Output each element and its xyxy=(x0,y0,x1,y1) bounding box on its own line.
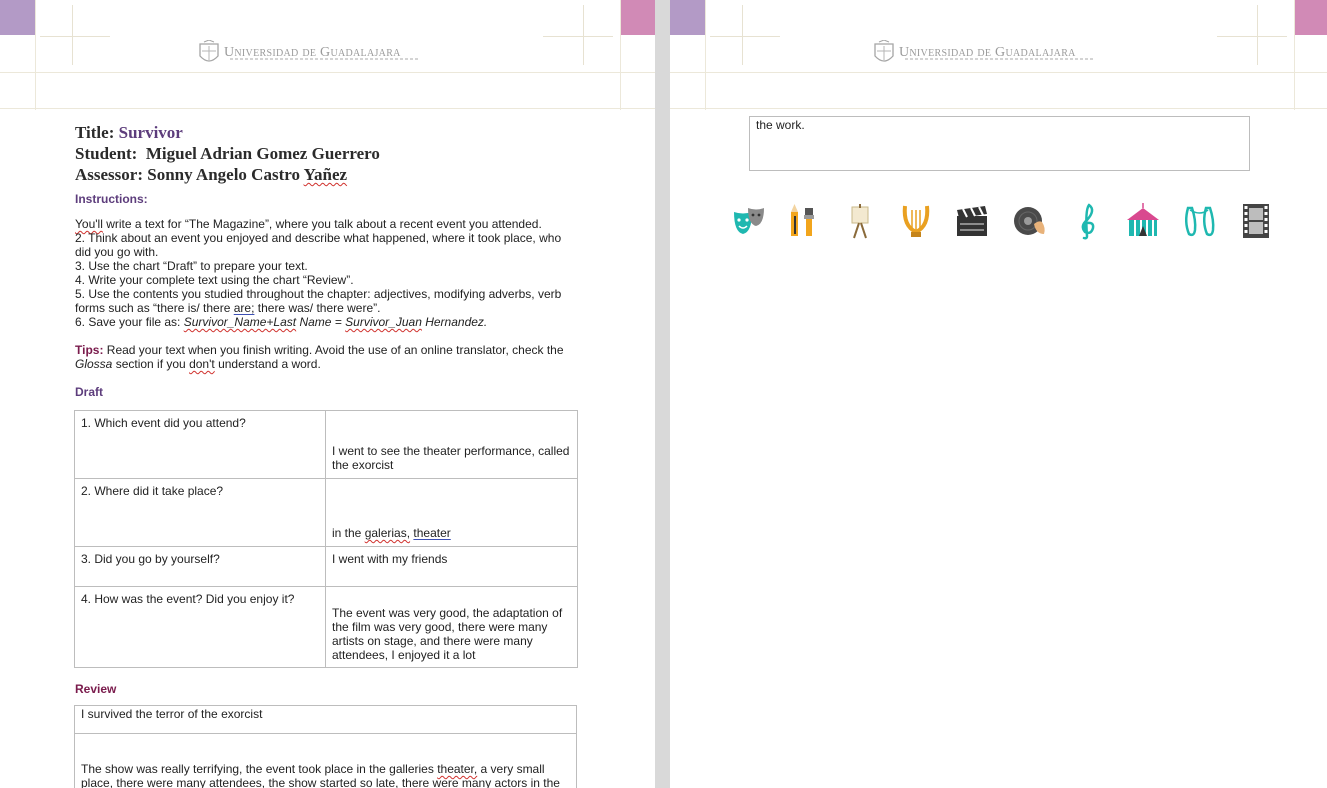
corner-square-left xyxy=(670,0,705,35)
student-line: Student: Miguel Adrian Gomez Guerrero xyxy=(75,144,380,163)
cross-mark xyxy=(1217,36,1287,37)
instruction-item: 3. Use the chart “Draft” to prepare your… xyxy=(75,259,308,273)
review-heading: Review xyxy=(75,682,117,696)
assessor-name: Sonny Angelo Castro Yañez xyxy=(147,165,348,184)
logo-subtitle-line xyxy=(905,58,1095,60)
circus-tent-icon xyxy=(1127,203,1159,236)
table-row: The show was really terrifying, the even… xyxy=(74,733,577,788)
easel-icon xyxy=(851,204,869,239)
draft-question: 2. Where did it take place? xyxy=(74,478,326,547)
university-crest-icon xyxy=(874,40,894,62)
draft-table: 1. Which event did you attend? I went to… xyxy=(74,410,578,668)
frame-line xyxy=(670,72,1327,73)
corner-square-left xyxy=(0,0,35,35)
header-block: Title: Survivor Student: Miguel Adrian G… xyxy=(75,122,380,185)
cross-mark xyxy=(40,36,110,37)
instruction-item: 2. Think about an event you enjoyed and … xyxy=(75,231,562,259)
draft-answer[interactable]: in the galerias, theater xyxy=(325,478,578,547)
frame-line xyxy=(1294,0,1295,110)
draft-question: 4. How was the event? Did you enjoy it? xyxy=(74,586,326,668)
instructions-heading: Instructions: xyxy=(75,192,148,206)
draft-heading: Draft xyxy=(75,385,104,399)
cross-mark xyxy=(583,5,584,65)
frame-line xyxy=(35,0,36,110)
cross-mark xyxy=(1257,5,1258,65)
pencil-brush-icon xyxy=(791,204,814,236)
cross-mark xyxy=(543,36,613,37)
cross-mark xyxy=(72,5,73,65)
clapperboard-icon xyxy=(957,206,987,236)
instruction-item: 5. Use the contents you studied througho… xyxy=(75,287,562,315)
student-name: Miguel Adrian Gomez Guerrero xyxy=(145,144,380,163)
draft-question: 3. Did you go by yourself? xyxy=(74,546,326,587)
corner-square-right xyxy=(620,0,655,35)
logo-subtitle-line xyxy=(230,58,420,60)
document-page-left: Universidad de Guadalajara Title: Surviv… xyxy=(0,0,655,788)
draft-answer[interactable]: The event was very good, the adaptation … xyxy=(325,586,578,668)
title-line: Title: Survivor xyxy=(75,123,183,142)
draft-answer[interactable]: I went with my friends xyxy=(325,546,578,587)
review-table: I survived the terror of the exorcist Th… xyxy=(74,705,577,788)
theater-masks-icon xyxy=(734,208,764,234)
film-strip-icon xyxy=(1243,204,1269,238)
frame-line xyxy=(670,108,1327,109)
table-row: 2. Where did it take place? in the galer… xyxy=(74,478,578,547)
ballet-shoes-icon xyxy=(1185,206,1215,237)
table-row: I survived the terror of the exorcist xyxy=(74,705,577,734)
frame-line xyxy=(0,72,655,73)
cross-mark xyxy=(742,5,743,65)
draft-answer[interactable]: I went to see the theater performance, c… xyxy=(325,410,578,479)
lyre-icon xyxy=(902,205,930,237)
corner-square-right xyxy=(1294,0,1327,35)
title-value: Survivor xyxy=(118,123,183,142)
university-logo: Universidad de Guadalajara xyxy=(198,40,420,66)
review-body-continued[interactable]: the work. xyxy=(749,116,1250,171)
frame-line xyxy=(705,0,706,110)
instructions-list: You'll write a text for “The Magazine”, … xyxy=(75,217,575,329)
page-gutter xyxy=(655,0,670,788)
instruction-item: 4. Write your complete text using the ch… xyxy=(75,273,354,287)
table-row: 1. Which event did you attend? I went to… xyxy=(74,410,578,479)
vinyl-record-icon xyxy=(1014,207,1045,235)
review-title[interactable]: I survived the terror of the exorcist xyxy=(74,705,577,734)
review-body[interactable]: The show was really terrifying, the even… xyxy=(74,733,577,788)
document-page-right: Universidad de Guadalajara the work. xyxy=(670,0,1327,788)
tips-paragraph: Tips: Read your text when you finish wri… xyxy=(75,343,564,371)
cross-mark xyxy=(710,36,780,37)
treble-clef-icon xyxy=(1081,203,1095,240)
draft-question: 1. Which event did you attend? xyxy=(74,410,326,479)
assessor-line: Assessor: Sonny Angelo Castro Yañez xyxy=(75,165,348,184)
instruction-item: You'll write a text for “The Magazine”, … xyxy=(75,217,542,231)
table-row: 3. Did you go by yourself? I went with m… xyxy=(74,546,578,587)
university-crest-icon xyxy=(199,40,219,62)
frame-line xyxy=(620,0,621,110)
instruction-item: 6. Save your file as: Survivor_Name+Last… xyxy=(75,315,488,329)
table-row: 4. How was the event? Did you enjoy it? … xyxy=(74,586,578,668)
university-logo: Universidad de Guadalajara xyxy=(873,40,1095,66)
frame-line xyxy=(0,108,655,109)
